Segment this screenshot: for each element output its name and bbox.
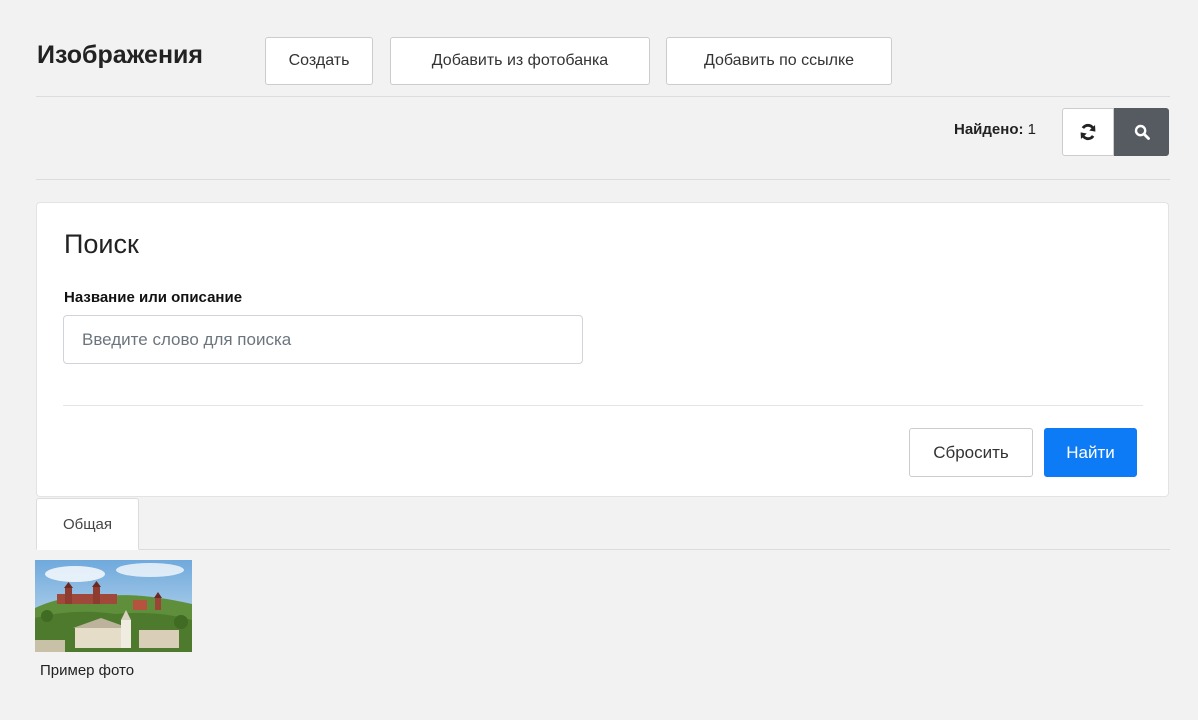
refresh-icon (1080, 123, 1096, 141)
page: Изображения Создать Добавить из фотобанк… (0, 0, 1198, 720)
results-toolbar: Найдено: 1 (36, 97, 1170, 180)
found-label: Найдено: (954, 121, 1024, 138)
page-title: Изображения (37, 41, 204, 69)
tab-general[interactable]: Общая (36, 498, 139, 550)
page-header: Изображения Создать Добавить из фотобанк… (36, 36, 1170, 97)
add-by-link-button[interactable]: Добавить по ссылке (666, 37, 892, 85)
tab-bar: Общая (36, 498, 1170, 550)
find-button[interactable]: Найти (1044, 428, 1137, 477)
toggle-search-button[interactable] (1114, 108, 1169, 156)
image-thumbnail[interactable] (35, 560, 192, 652)
thumbnail-caption: Пример фото (40, 662, 135, 679)
add-from-photobank-button[interactable]: Добавить из фотобанка (390, 37, 650, 85)
search-panel: Поиск Название или описание Сбросить Най… (36, 202, 1169, 497)
found-value: 1 (1027, 121, 1036, 138)
refresh-button[interactable] (1062, 108, 1114, 156)
search-icon (1134, 124, 1150, 140)
create-button[interactable]: Создать (265, 37, 373, 85)
found-count: Найдено: 1 (954, 121, 1036, 138)
reset-button[interactable]: Сбросить (909, 428, 1033, 477)
photo-thumbnail-image (35, 560, 192, 652)
search-field-label: Название или описание (64, 289, 243, 306)
search-title: Поиск (64, 229, 139, 259)
search-input[interactable] (63, 315, 583, 364)
divider (63, 405, 1143, 406)
